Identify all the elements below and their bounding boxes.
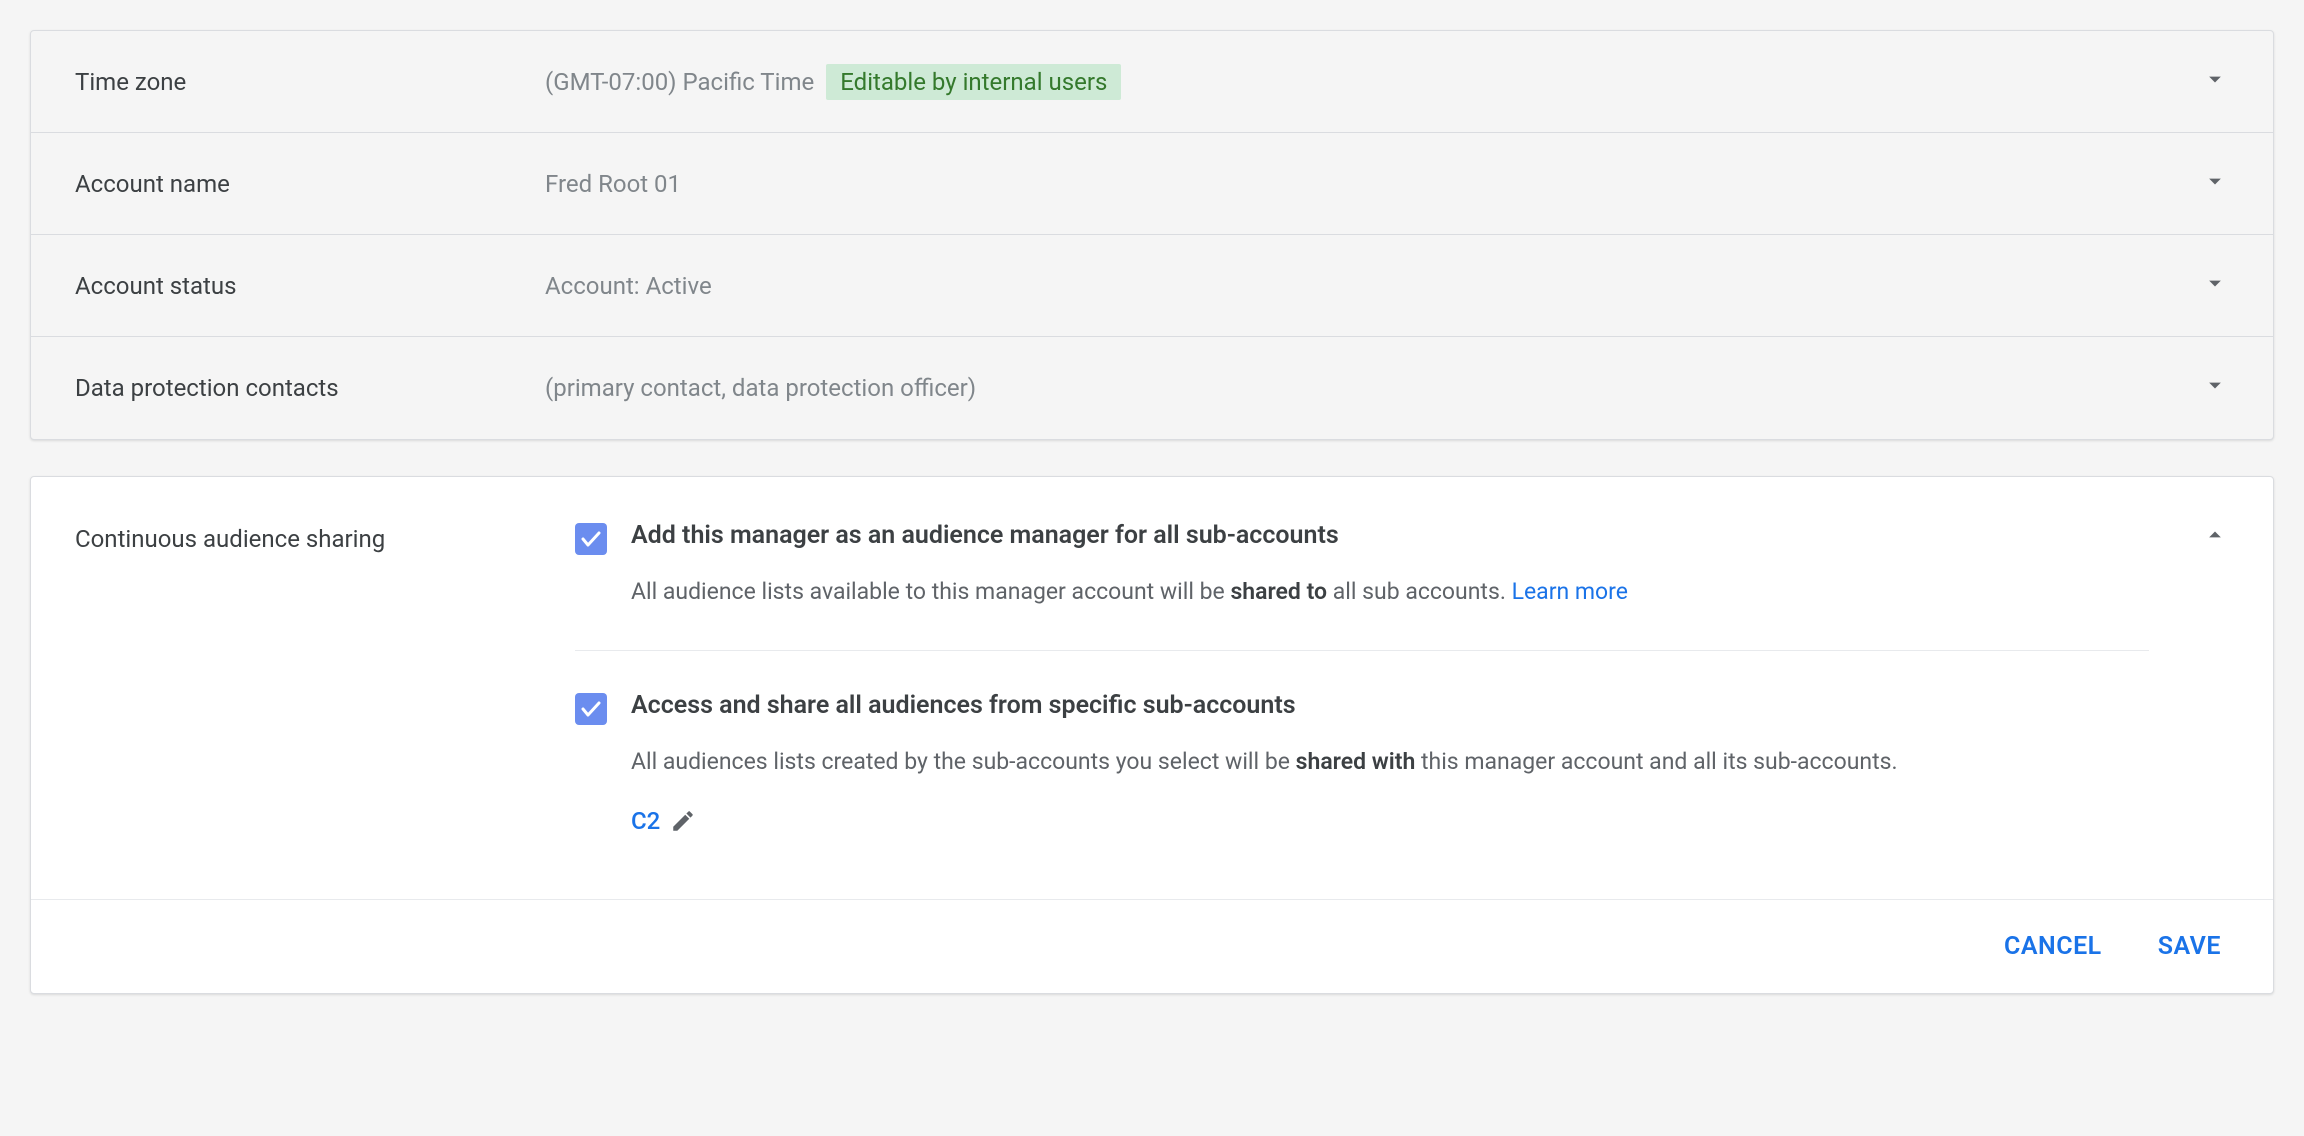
row-account-name-expand[interactable] [2201, 167, 2229, 201]
desc-bold: shared with [1296, 748, 1416, 775]
row-data-protection-label: Data protection contacts [75, 374, 545, 402]
row-data-protection-value: (primary contact, data protection office… [545, 374, 2201, 402]
row-account-status[interactable]: Account status Account: Active [31, 235, 2273, 337]
row-account-status-label: Account status [75, 272, 545, 300]
option-add-manager: Add this manager as an audience manager … [575, 521, 2149, 651]
footer-actions: CANCEL SAVE [31, 899, 2273, 993]
section-title: Continuous audience sharing [75, 521, 575, 875]
row-timezone[interactable]: Time zone (GMT-07:00) Pacific Time Edita… [31, 31, 2273, 133]
row-account-name[interactable]: Account name Fred Root 01 [31, 133, 2273, 235]
options-container: Add this manager as an audience manager … [575, 521, 2229, 875]
option-access-share-title: Access and share all audiences from spec… [631, 691, 2149, 720]
chevron-down-icon [2201, 167, 2229, 195]
checkbox-add-manager[interactable] [575, 523, 607, 555]
row-account-status-value: Account: Active [545, 272, 2201, 300]
option-access-share-desc: All audiences lists created by the sub-a… [631, 744, 2149, 780]
timezone-text: (GMT-07:00) Pacific Time [545, 68, 814, 96]
cancel-button[interactable]: CANCEL [2004, 932, 2102, 961]
desc-text: all sub accounts. [1327, 578, 1512, 605]
row-timezone-value: (GMT-07:00) Pacific Time Editable by int… [545, 64, 2201, 100]
chevron-down-icon [2201, 269, 2229, 297]
chevron-down-icon [2201, 371, 2229, 399]
settings-card: Time zone (GMT-07:00) Pacific Time Edita… [30, 30, 2274, 440]
row-account-name-value: Fred Root 01 [545, 170, 2201, 198]
row-account-status-expand[interactable] [2201, 269, 2229, 303]
chevron-up-icon [2201, 521, 2229, 549]
chevron-down-icon [2201, 65, 2229, 93]
continuous-audience-sharing-card: Continuous audience sharing Add this man… [30, 476, 2274, 994]
option-add-manager-desc: All audience lists available to this man… [631, 574, 2149, 610]
selected-accounts-row: C2 [631, 807, 2149, 835]
pencil-icon[interactable] [670, 808, 696, 834]
collapse-button[interactable] [2201, 521, 2229, 555]
row-account-name-label: Account name [75, 170, 545, 198]
row-data-protection-expand[interactable] [2201, 371, 2229, 405]
desc-bold: shared to [1230, 578, 1327, 605]
option-add-manager-title: Add this manager as an audience manager … [631, 521, 2149, 550]
option-access-share: Access and share all audiences from spec… [575, 691, 2149, 876]
desc-text: All audiences lists created by the sub-a… [631, 748, 1296, 775]
desc-text: this manager account and all its sub-acc… [1415, 748, 1897, 775]
checkbox-access-share[interactable] [575, 693, 607, 725]
row-timezone-label: Time zone [75, 68, 545, 96]
save-button[interactable]: SAVE [2158, 932, 2221, 961]
desc-text: All audience lists available to this man… [631, 578, 1230, 605]
selected-account-tag[interactable]: C2 [631, 807, 660, 835]
timezone-badge: Editable by internal users [826, 64, 1121, 100]
learn-more-link[interactable]: Learn more [1512, 578, 1628, 605]
row-data-protection[interactable]: Data protection contacts (primary contac… [31, 337, 2273, 439]
row-timezone-expand[interactable] [2201, 65, 2229, 99]
